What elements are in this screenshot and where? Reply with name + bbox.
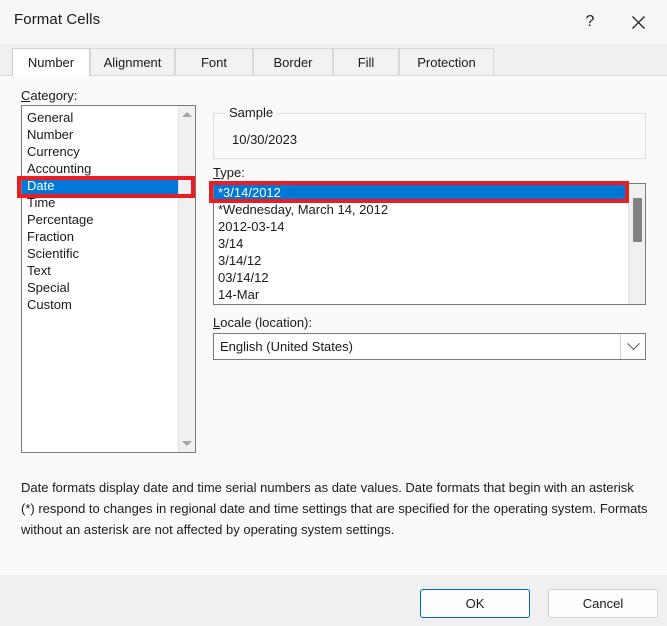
category-label-rest: ategory: (30, 88, 78, 103)
locale-selected-value: English (United States) (220, 339, 353, 354)
sample-legend: Sample (225, 105, 278, 120)
category-item-text[interactable]: Text (22, 262, 178, 279)
category-label-accel: C (21, 88, 31, 103)
type-item-long-date[interactable]: *Wednesday, March 14, 2012 (214, 201, 628, 218)
category-item-percentage[interactable]: Percentage (22, 211, 178, 228)
category-scrollbar[interactable] (178, 106, 195, 452)
sample-group: Sample 10/30/2023 (213, 105, 646, 159)
tab-strip: Number Alignment Font Border Fill Protec… (12, 48, 655, 76)
chevron-down-icon (626, 337, 640, 351)
type-label-rest: ype: (220, 165, 245, 180)
close-button[interactable] (615, 0, 661, 44)
type-item-iso[interactable]: 2012-03-14 (214, 218, 628, 235)
title-bar: Format Cells ? (0, 0, 667, 44)
type-item-mdy-asterisk[interactable]: *3/14/2012 (214, 184, 628, 201)
category-item-special[interactable]: Special (22, 279, 178, 296)
format-cells-dialog: Format Cells ? Number Alignment Font Bor… (0, 0, 667, 626)
category-description: Date formats display date and time seria… (21, 480, 648, 537)
sample-value: 10/30/2023 (232, 132, 298, 147)
category-scroll-down-button[interactable] (179, 435, 195, 452)
close-icon (631, 15, 645, 29)
tab-number[interactable]: Number (12, 48, 90, 76)
type-item-md[interactable]: 3/14 (214, 235, 628, 252)
dialog-title: Format Cells (14, 11, 101, 28)
type-item-dd-mmm[interactable]: 14-Mar (214, 286, 628, 303)
type-list-items: *3/14/2012 *Wednesday, March 14, 2012 20… (214, 184, 628, 303)
locale-dropdown-arrow[interactable] (620, 334, 645, 359)
category-item-general[interactable]: General (22, 109, 178, 126)
type-item-mmddyy[interactable]: 03/14/12 (214, 269, 628, 286)
type-scrollbar[interactable] (628, 184, 645, 304)
ok-button[interactable]: OK (420, 589, 530, 618)
locale-dropdown[interactable]: English (United States) (213, 333, 646, 360)
type-scrollbar-thumb[interactable] (633, 198, 642, 242)
locale-label-rest: ocale (location): (220, 315, 313, 330)
triangle-up-icon (182, 112, 192, 117)
triangle-down-icon (182, 441, 192, 446)
category-list-items: General Number Currency Accounting Date … (22, 106, 178, 313)
tab-border[interactable]: Border (253, 48, 333, 76)
tab-protection[interactable]: Protection (399, 48, 494, 76)
category-item-number[interactable]: Number (22, 126, 178, 143)
category-item-fraction[interactable]: Fraction (22, 228, 178, 245)
category-item-date[interactable]: Date (22, 177, 178, 194)
tab-font[interactable]: Font (175, 48, 253, 76)
category-item-accounting[interactable]: Accounting (22, 160, 178, 177)
locale-label: Locale (location): (213, 315, 312, 330)
category-item-time[interactable]: Time (22, 194, 178, 211)
category-item-custom[interactable]: Custom (22, 296, 178, 313)
type-listbox[interactable]: *3/14/2012 *Wednesday, March 14, 2012 20… (213, 183, 646, 305)
category-label: Category: (21, 88, 77, 103)
category-scroll-up-button[interactable] (179, 106, 195, 123)
type-label: Type: (213, 165, 245, 180)
category-item-scientific[interactable]: Scientific (22, 245, 178, 262)
dialog-footer: OK Cancel (0, 575, 667, 626)
category-listbox[interactable]: General Number Currency Accounting Date … (21, 105, 196, 453)
type-item-mdyy[interactable]: 3/14/12 (214, 252, 628, 269)
category-item-currency[interactable]: Currency (22, 143, 178, 160)
help-button[interactable]: ? (567, 0, 613, 44)
tab-fill[interactable]: Fill (333, 48, 399, 76)
tab-alignment[interactable]: Alignment (90, 48, 175, 76)
cancel-button[interactable]: Cancel (548, 589, 658, 618)
